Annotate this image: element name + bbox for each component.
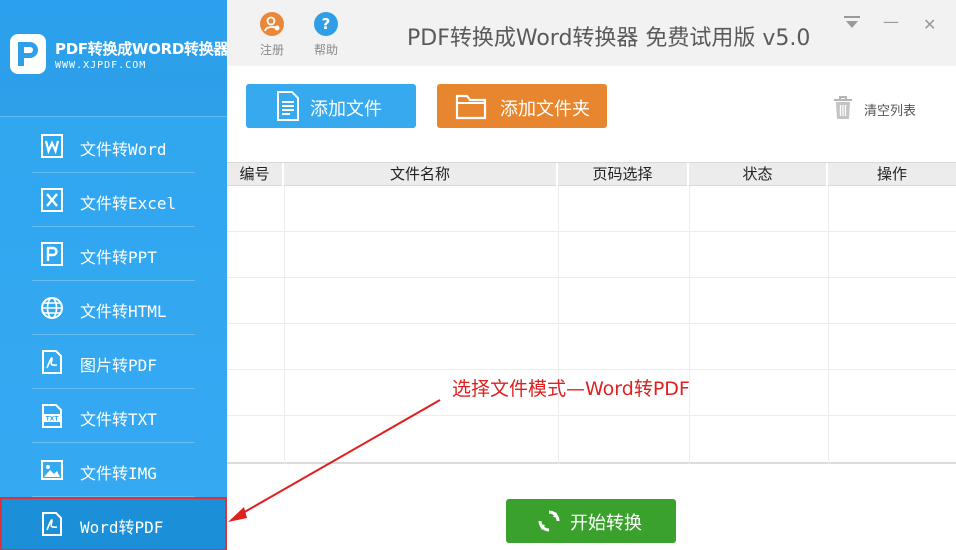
excel-icon	[40, 188, 64, 212]
column-divider	[558, 186, 559, 464]
txt-icon: TXT	[40, 404, 64, 428]
clear-list-label: 清空列表	[864, 104, 917, 119]
close-button[interactable]: ✕	[923, 15, 936, 34]
sidebar-item-word-to-pdf[interactable]: Word转PDF	[0, 497, 227, 550]
column-header-filename: 文件名称	[284, 163, 558, 186]
svg-text:TXT: TXT	[46, 416, 60, 423]
ppt-icon	[40, 242, 64, 266]
table-row	[227, 186, 956, 232]
column-header-page-select: 页码选择	[558, 163, 689, 186]
add-file-label: 添加文件	[310, 99, 382, 120]
brand-header: PDF转换成WORD转换器 WWW.XJPDF.COM	[0, 0, 229, 117]
sidebar-item-file-to-html[interactable]: 文件转HTML	[0, 281, 227, 335]
sidebar-nav: 文件转Word 文件转Excel 文件转PPT 文件转HTML 图片转PDF T…	[0, 119, 227, 550]
sidebar-item-file-to-txt[interactable]: TXT 文件转TXT	[0, 389, 227, 443]
minimize-button[interactable]: —	[883, 12, 899, 31]
column-header-status: 状态	[689, 163, 828, 186]
table-row	[227, 232, 956, 278]
folder-icon	[455, 92, 487, 125]
table-row	[227, 324, 956, 370]
sidebar-item-label: 文件转HTML	[80, 302, 167, 321]
sidebar: PDF转换成WORD转换器 WWW.XJPDF.COM 文件转Word 文件转E…	[0, 0, 229, 550]
table-header: 编号 文件名称 页码选择 状态 操作	[227, 162, 956, 186]
refresh-icon	[538, 510, 560, 537]
sidebar-item-label: 文件转IMG	[80, 464, 157, 483]
register-label: 注册	[259, 43, 284, 57]
register-button[interactable]: 注册	[257, 12, 287, 58]
dropdown-menu-button[interactable]	[843, 14, 861, 34]
brand-title: PDF转换成WORD转换器	[55, 40, 229, 58]
document-icon	[276, 91, 300, 126]
start-conversion-button[interactable]: 开始转换	[506, 499, 676, 543]
image-icon	[40, 458, 64, 482]
sidebar-item-label: 图片转PDF	[80, 356, 157, 375]
menu-dropdown-icon	[844, 16, 860, 28]
help-label: 帮助	[313, 43, 338, 57]
column-header-actions: 操作	[876, 165, 907, 183]
add-folder-label: 添加文件夹	[500, 99, 590, 120]
sidebar-item-file-to-ppt[interactable]: 文件转PPT	[0, 227, 227, 281]
sidebar-item-file-to-word[interactable]: 文件转Word	[0, 119, 227, 173]
add-folder-button[interactable]: 添加文件夹	[437, 84, 607, 128]
table-row	[227, 278, 956, 324]
app-title: PDF转换成Word转换器 免费试用版 v5.0	[407, 26, 811, 51]
pdf-icon	[40, 512, 64, 536]
trash-icon	[832, 96, 854, 124]
help-icon: ?	[314, 12, 338, 36]
add-file-button[interactable]: 添加文件	[246, 84, 416, 128]
user-icon	[260, 12, 284, 36]
sidebar-item-image-to-pdf[interactable]: 图片转PDF	[0, 335, 227, 389]
title-bar: 注册 ? 帮助 PDF转换成Word转换器 免费试用版 v5.0 — ✕	[227, 0, 956, 66]
sidebar-item-label: Word转PDF	[80, 518, 164, 537]
sidebar-item-label: 文件转PPT	[80, 248, 157, 267]
annotation-text: 选择文件模式—Word转PDF	[452, 378, 690, 400]
brand-url: WWW.XJPDF.COM	[55, 60, 147, 71]
help-button[interactable]: ? 帮助	[311, 12, 341, 58]
sidebar-item-label: 文件转Word	[80, 140, 167, 159]
sidebar-item-label: 文件转Excel	[80, 194, 177, 213]
column-header-number: 编号	[227, 163, 284, 186]
start-conversion-label: 开始转换	[570, 513, 642, 534]
column-divider	[689, 186, 690, 464]
sidebar-item-file-to-img[interactable]: 文件转IMG	[0, 443, 227, 497]
app-logo-icon	[10, 34, 46, 74]
column-divider	[828, 186, 829, 464]
globe-icon	[40, 296, 64, 320]
sidebar-item-label: 文件转TXT	[80, 410, 157, 429]
sidebar-item-file-to-excel[interactable]: 文件转Excel	[0, 173, 227, 227]
annotation-arrow-icon	[228, 399, 441, 522]
word-icon	[40, 134, 64, 158]
pdf-icon	[40, 350, 64, 374]
